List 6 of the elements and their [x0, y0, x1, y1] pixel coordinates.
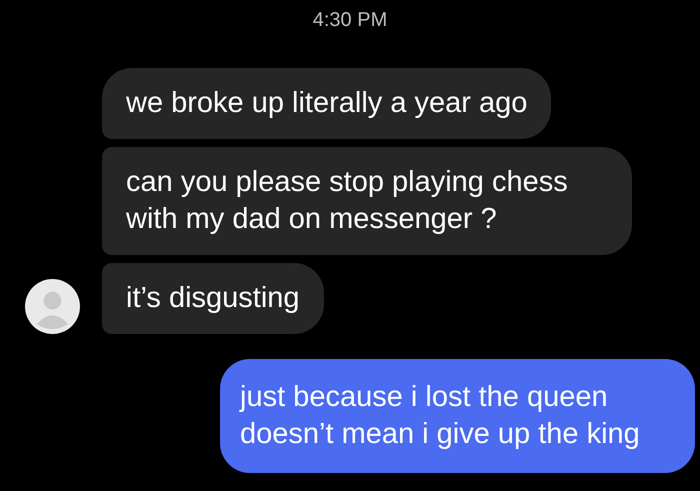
avatar-icon[interactable] [25, 279, 80, 334]
sent-message: just because i lost the queen doesn’t mean i give up the king [220, 359, 695, 473]
received-message: we broke up literally a year ago [102, 68, 552, 139]
received-message: can you please stop playing chess with my dad on messenger ? [102, 147, 632, 255]
timestamp: 4:30 PM [312, 9, 388, 32]
received-message: it’s disgusting [102, 263, 324, 334]
